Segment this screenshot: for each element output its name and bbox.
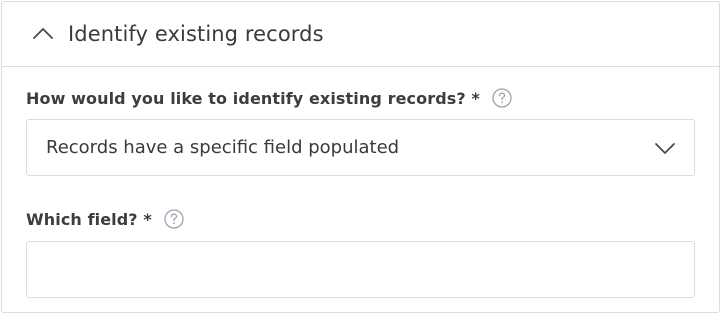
question-circle-icon[interactable] [492,88,512,108]
question-circle-icon[interactable] [164,209,184,229]
chevron-up-icon [33,28,53,39]
chevron-down-icon [655,142,675,154]
identify-records-panel: Identify existing records How would you … [1,1,720,313]
section-body: How would you like to identify existing … [2,67,719,298]
which-field-label-row: Which field? * [26,206,695,232]
which-field-label: Which field? * [26,209,152,229]
identify-method-label: How would you like to identify existing … [26,88,480,108]
identify-method-field: How would you like to identify existing … [26,67,695,176]
which-field-field: Which field? * [26,176,695,298]
identify-method-label-row: How would you like to identify existing … [26,85,695,111]
identify-method-selected-value: Records have a specific field populated [46,137,400,158]
which-field-input[interactable] [26,241,695,298]
section-title: Identify existing records [68,22,324,46]
identify-method-select[interactable]: Records have a specific field populated [26,119,695,176]
section-header-toggle[interactable]: Identify existing records [2,2,719,67]
